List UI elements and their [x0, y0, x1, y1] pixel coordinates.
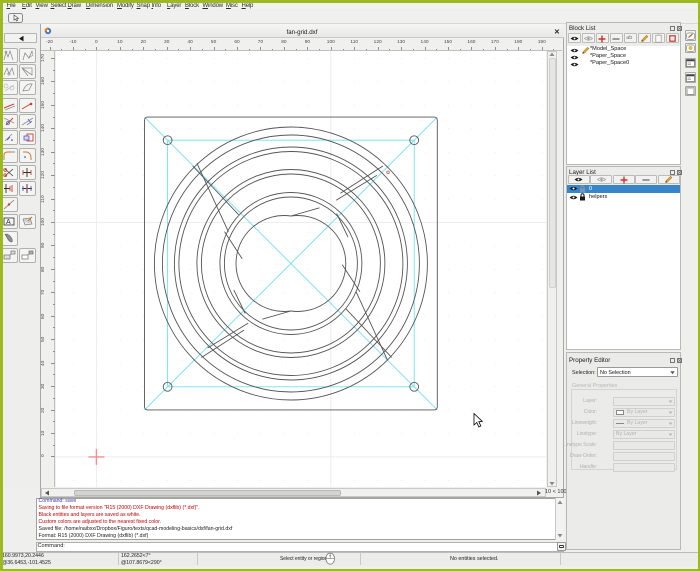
svg-text:A: A: [6, 219, 11, 226]
